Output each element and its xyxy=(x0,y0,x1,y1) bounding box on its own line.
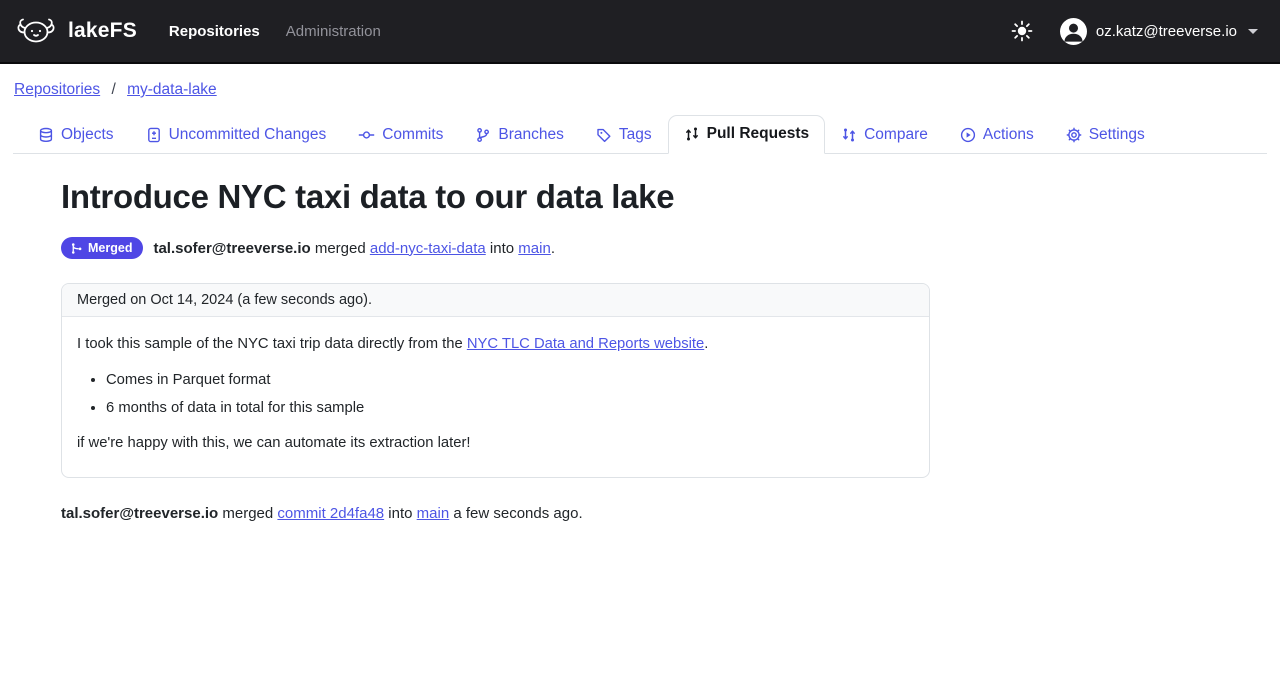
merge-event-target-branch-link[interactable]: main xyxy=(417,505,450,522)
tab-tags[interactable]: Tags xyxy=(580,116,668,154)
breadcrumb-repo-name[interactable]: my-data-lake xyxy=(127,81,217,98)
description-outro: if we're happy with this, we can automat… xyxy=(77,433,914,454)
theme-toggle-sun-icon[interactable] xyxy=(1010,19,1034,43)
list-item: Comes in Parquet format xyxy=(106,370,914,391)
gear-icon xyxy=(1066,127,1082,143)
byline-period: . xyxy=(551,240,555,257)
byline-merged-word: merged xyxy=(311,240,370,257)
tab-compare[interactable]: Compare xyxy=(825,116,944,154)
user-avatar-icon xyxy=(1060,18,1087,45)
git-branch-icon xyxy=(475,127,491,143)
source-branch-link[interactable]: add-nyc-taxi-data xyxy=(370,240,486,257)
tab-commits[interactable]: Commits xyxy=(342,116,459,154)
card-header-merged-on: Merged on Oct 14, 2024 (a few seconds ag… xyxy=(62,284,929,317)
description-bullet-list: Comes in Parquet format 6 months of data… xyxy=(106,370,914,419)
merge-event-merged-word: merged xyxy=(218,505,277,522)
breadcrumb: Repositories / my-data-lake xyxy=(0,64,1280,113)
chevron-down-icon xyxy=(1248,29,1258,34)
navbar-right: oz.katz@treeverse.io xyxy=(1010,18,1258,45)
tab-branches[interactable]: Branches xyxy=(459,116,579,154)
user-email: oz.katz@treeverse.io xyxy=(1096,23,1237,40)
top-navbar: lakeFS Repositories Administration oz.ka… xyxy=(0,0,1280,64)
tab-settings[interactable]: Settings xyxy=(1050,116,1161,154)
tab-label: Branches xyxy=(498,126,563,144)
git-compare-icon xyxy=(841,127,857,143)
git-merge-icon xyxy=(70,242,83,255)
target-branch-link[interactable]: main xyxy=(518,240,551,257)
merge-event-time: a few seconds ago. xyxy=(449,505,582,522)
commit-icon xyxy=(358,127,375,143)
status-badge-label: Merged xyxy=(88,241,132,255)
file-diff-icon xyxy=(146,127,162,143)
tab-uncommitted-changes[interactable]: Uncommitted Changes xyxy=(130,116,343,154)
tab-objects[interactable]: Objects xyxy=(22,116,130,154)
pr-author: tal.sofer@treeverse.io xyxy=(153,240,310,257)
list-item: 6 months of data in total for this sampl… xyxy=(106,398,914,419)
tab-label: Pull Requests xyxy=(707,125,810,143)
pull-request-page: Introduce NYC taxi data to our data lake… xyxy=(0,154,1280,522)
breadcrumb-repositories[interactable]: Repositories xyxy=(14,81,100,98)
merge-event-author: tal.sofer@treeverse.io xyxy=(61,505,218,522)
navbar-left: lakeFS Repositories Administration xyxy=(14,15,381,47)
card-body: I took this sample of the NYC taxi trip … xyxy=(62,317,929,477)
tab-label: Uncommitted Changes xyxy=(169,126,327,144)
repo-tab-bar: Objects Uncommitted Changes Commits xyxy=(13,115,1267,154)
primary-nav: Repositories Administration xyxy=(169,23,381,40)
tab-label: Tags xyxy=(619,126,652,144)
tab-pull-requests[interactable]: Pull Requests xyxy=(668,115,826,154)
byline-into-word: into xyxy=(486,240,519,257)
nav-item-administration[interactable]: Administration xyxy=(286,23,381,40)
commit-link[interactable]: commit 2d4fa48 xyxy=(277,505,384,522)
lakefs-logo-icon[interactable] xyxy=(14,15,58,47)
page-title: Introduce NYC taxi data to our data lake xyxy=(61,178,1280,216)
pull-request-icon xyxy=(684,126,700,142)
merge-event-line: tal.sofer@treeverse.io merged commit 2d4… xyxy=(61,505,1280,522)
intro-period: . xyxy=(704,336,708,352)
breadcrumb-separator: / xyxy=(111,81,115,98)
tab-label: Compare xyxy=(864,126,928,144)
user-menu[interactable]: oz.katz@treeverse.io xyxy=(1060,18,1258,45)
tab-label: Actions xyxy=(983,126,1034,144)
description-intro: I took this sample of the NYC taxi trip … xyxy=(77,334,914,355)
pr-description-card: Merged on Oct 14, 2024 (a few seconds ag… xyxy=(61,283,930,478)
play-circle-icon xyxy=(960,127,976,143)
database-icon xyxy=(38,127,54,143)
tab-actions[interactable]: Actions xyxy=(944,116,1050,154)
byline-text: tal.sofer@treeverse.io merged add-nyc-ta… xyxy=(153,240,555,257)
nyc-tlc-link[interactable]: NYC TLC Data and Reports website xyxy=(467,336,704,352)
nav-item-repositories[interactable]: Repositories xyxy=(169,23,260,40)
tab-label: Commits xyxy=(382,126,443,144)
brand-name[interactable]: lakeFS xyxy=(68,19,137,43)
pr-byline: Merged tal.sofer@treeverse.io merged add… xyxy=(61,237,1280,259)
tag-icon xyxy=(596,127,612,143)
tab-label: Settings xyxy=(1089,126,1145,144)
status-badge: Merged xyxy=(61,237,143,259)
tab-label: Objects xyxy=(61,126,114,144)
merge-event-into-word: into xyxy=(384,505,417,522)
intro-text: I took this sample of the NYC taxi trip … xyxy=(77,336,467,352)
